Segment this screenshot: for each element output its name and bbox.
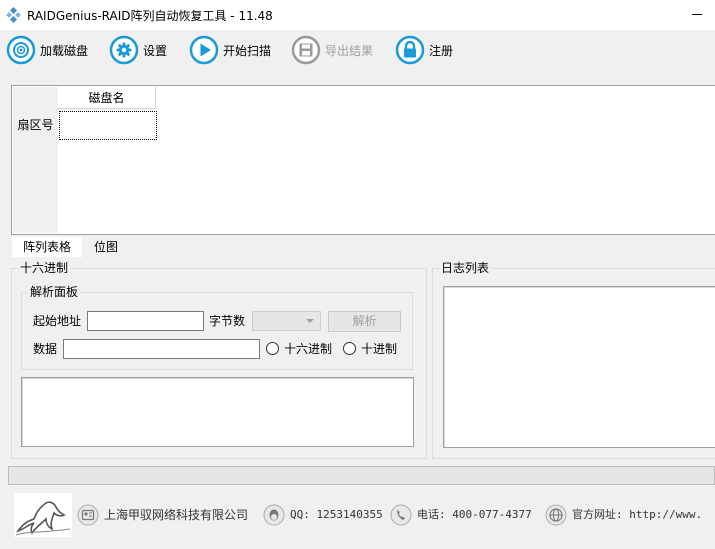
parse-button[interactable]: 解析 <box>328 311 401 332</box>
hex-output-area[interactable] <box>21 377 414 447</box>
grid-row-header-sector: 扇区号 <box>17 118 54 132</box>
start-scan-button[interactable]: 开始扫描 <box>189 34 271 66</box>
website-url[interactable]: 官方网址: http://www. <box>572 507 702 523</box>
export-results-label: 导出结果 <box>325 43 374 58</box>
log-group-title: 日志列表 <box>439 261 492 275</box>
qq-penguin-icon <box>263 504 285 526</box>
globe-icon <box>545 504 567 526</box>
start-address-label: 起始地址 <box>33 314 82 328</box>
byte-count-select[interactable] <box>252 311 321 331</box>
register-button[interactable]: 注册 <box>395 34 453 66</box>
company-name: 上海甲驭网络科技有限公司 <box>104 508 249 522</box>
phone-icon <box>390 504 412 526</box>
settings-label: 设置 <box>143 43 168 58</box>
tab-array-table[interactable]: 阵列表格 <box>12 237 82 257</box>
grid-column-header-disk-name[interactable]: 磁盘名 <box>58 87 156 109</box>
grid-row-header-column <box>13 87 58 233</box>
window-title: RAIDGenius-RAID阵列自动恢复工具 - 11.48 <box>27 9 273 23</box>
footer: 上海甲驭网络科技有限公司 QQ: 1253140355 电话: 400-077-… <box>0 489 715 541</box>
radio-hex[interactable] <box>266 342 279 355</box>
radio-hex-label[interactable]: 十六进制 <box>284 341 332 357</box>
grid-cell-selected[interactable] <box>59 111 157 140</box>
chevron-down-icon <box>306 319 314 323</box>
log-list[interactable] <box>443 286 715 448</box>
app-logo-icon <box>6 7 21 23</box>
toolbar: 加载磁盘 设置 开始扫描 导出结果 注册 <box>0 30 715 70</box>
hex-group-title: 十六进制 <box>18 261 71 275</box>
radio-decimal-label[interactable]: 十进制 <box>361 341 397 357</box>
start-address-input[interactable] <box>87 311 204 331</box>
phone-number: 电话: 400-077-4377 <box>417 508 532 521</box>
view-tabs: 阵列表格 位图 <box>11 236 715 258</box>
play-icon <box>189 35 219 65</box>
floppy-disk-icon <box>291 35 321 65</box>
gear-icon <box>109 35 139 65</box>
load-disk-label: 加载磁盘 <box>40 43 89 58</box>
data-input[interactable] <box>63 339 260 359</box>
tab-bitmap[interactable]: 位图 <box>86 237 126 257</box>
title-bar: RAIDGenius-RAID阵列自动恢复工具 - 11.48 <box>0 0 715 30</box>
export-results-button[interactable]: 导出结果 <box>291 34 373 66</box>
byte-count-label: 字节数 <box>209 314 246 328</box>
radio-decimal[interactable] <box>343 342 356 355</box>
parse-panel-title: 解析面板 <box>28 285 81 299</box>
load-disk-button[interactable]: 加载磁盘 <box>6 34 88 66</box>
company-horse-logo-icon <box>14 493 72 537</box>
scan-progress-bar <box>8 466 715 485</box>
register-label: 注册 <box>429 43 454 58</box>
id-card-icon <box>77 504 99 526</box>
minimize-button[interactable] <box>684 0 715 30</box>
target-disk-icon <box>6 35 36 65</box>
data-label: 数据 <box>33 342 58 356</box>
settings-button[interactable]: 设置 <box>109 34 167 66</box>
lock-icon <box>395 35 425 65</box>
qq-number: QQ: 1253140355 <box>290 508 383 521</box>
start-scan-label: 开始扫描 <box>223 43 272 58</box>
array-grid[interactable]: 磁盘名 扇区号 <box>11 85 715 235</box>
